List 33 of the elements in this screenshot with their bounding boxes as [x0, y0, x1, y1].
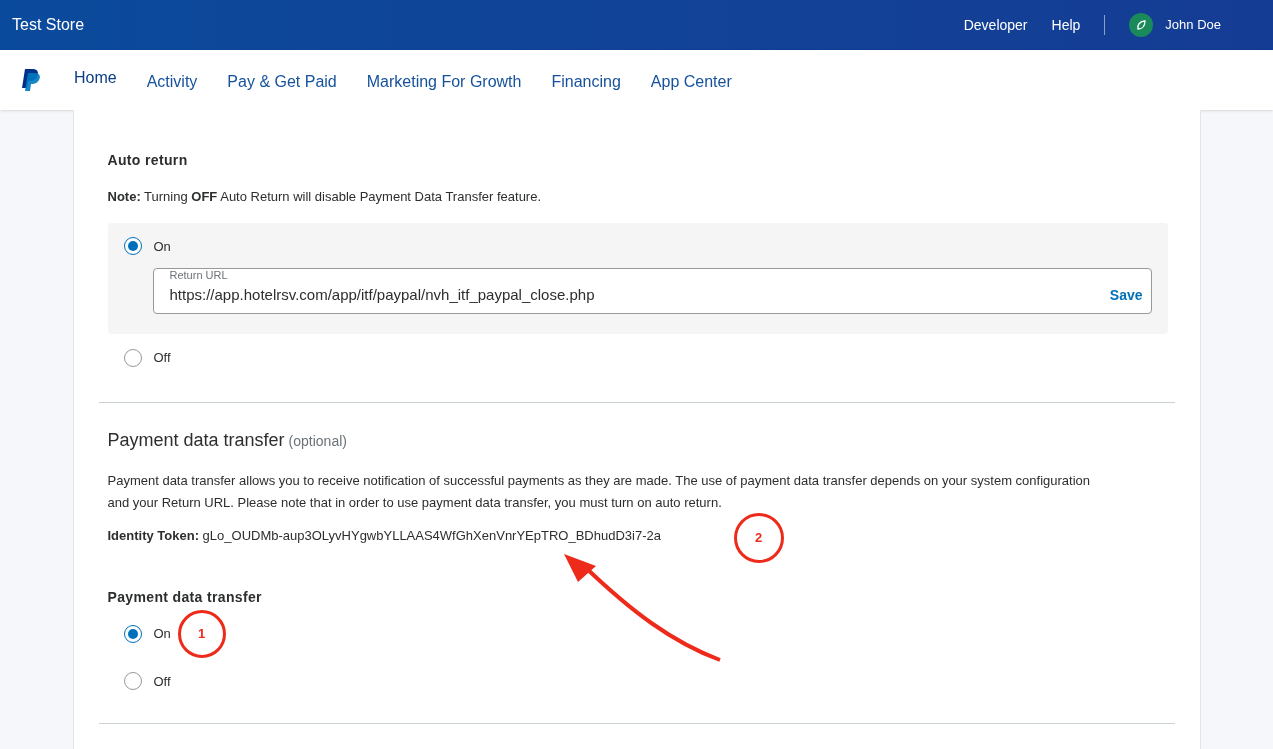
radio-label: Off [153, 349, 171, 367]
identity-token: Identity Token: gLo_OUDMb-aup3OLyvHYgwbYLLAAS4WfGhXenVnrYEpTRO_BDhudD3i7-2a [107, 526, 661, 545]
save-button[interactable]: Save [1109, 285, 1143, 306]
top-link[interactable]: Help [1051, 14, 1081, 36]
field-value: https://app.hotelrsv.com/app/itf/paypal/nvh_itf_paypal_close.php [169, 284, 596, 305]
radio-label: Off [153, 672, 171, 691]
annotation-marker: 2 [733, 513, 784, 563]
note-text: Note: Turning OFF Auto Return will disable Payment Data Transfer feature. [107, 188, 543, 206]
annotation-marker: 1 [177, 610, 226, 658]
user-name[interactable]: John Doe [1165, 15, 1221, 35]
nav-tab[interactable]: Marketing For Growth [366, 70, 522, 94]
return-url-field[interactable]: Return URL https://app.hotelrsv.com/app/itf/paypal/nvh_itf_paypal_close.php Save [152, 268, 1152, 314]
nav-tab[interactable]: Pay & Get Paid [227, 70, 337, 94]
nav-tab[interactable]: App Center [650, 70, 732, 94]
setting-title: Payment data transfer [107, 588, 263, 607]
nav-tab[interactable]: Activity [146, 70, 198, 94]
logo-icon[interactable] [20, 68, 42, 92]
radio-button[interactable] [123, 624, 142, 643]
optional-label: (optional) [288, 431, 347, 451]
section-title: Payment data transfer [107, 428, 285, 452]
nav-tab[interactable]: Home [74, 66, 117, 90]
store-name: Test Store [12, 15, 85, 35]
radio-button[interactable] [123, 672, 142, 691]
top-link[interactable]: Developer [963, 14, 1028, 36]
avatar-icon[interactable] [1129, 13, 1154, 37]
radio-button[interactable] [123, 237, 142, 256]
description-text: Payment data transfer allows you to receive notification of successful payments as they are made. The use of payment data transfer depends on your system configuration and your Return URL. Please note that in order to use payment data transfer, you must turn on auto return. [107, 471, 1091, 512]
radio-label: On [153, 237, 171, 256]
radio-button[interactable] [123, 348, 142, 367]
radio-label: On [153, 625, 171, 643]
nav-tab[interactable]: Financing [551, 70, 621, 94]
field-label: Return URL [169, 268, 229, 283]
section-title: Auto return [107, 151, 189, 170]
